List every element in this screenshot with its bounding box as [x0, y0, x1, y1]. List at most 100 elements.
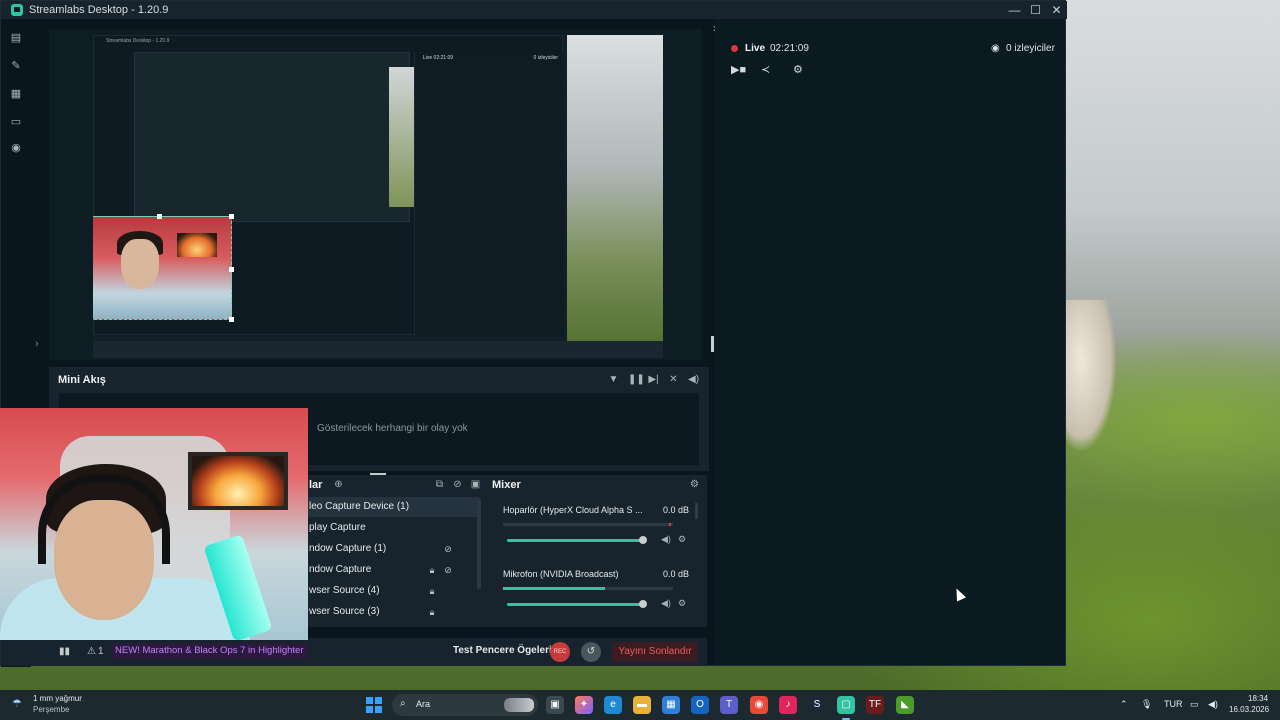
resize-handle[interactable] — [229, 317, 234, 322]
teams-icon[interactable]: T — [720, 696, 738, 714]
nvidia-icon[interactable]: ◣ — [896, 696, 914, 714]
webcam-fireplace — [188, 452, 288, 510]
link-icon[interactable]: ⊘ — [452, 479, 463, 490]
weather-day[interactable]: Perşembe — [33, 705, 69, 714]
share-icon[interactable]: ≺ — [761, 63, 770, 76]
source-item[interactable]: ndow Capture (1) ⊘ — [301, 539, 479, 559]
editor-icon[interactable]: ▤ — [9, 31, 23, 45]
lock-icon[interactable]: 🔒︎ — [427, 560, 437, 580]
slider-knob[interactable] — [639, 600, 647, 608]
close-button[interactable]: ✕ — [1046, 1, 1067, 19]
chevron-up-icon[interactable]: ⌃ — [1120, 699, 1128, 710]
network-icon[interactable]: ▭ — [1190, 699, 1199, 710]
library-icon[interactable]: ▭ — [9, 115, 23, 129]
chevron-right-icon[interactable]: › — [35, 338, 39, 350]
tiktok-icon[interactable]: ♪ — [779, 696, 797, 714]
taskbar-search[interactable]: ⌕ Ara — [392, 694, 538, 716]
streamlabs-logo-icon — [11, 4, 23, 16]
pause-icon[interactable]: ❚❚ — [628, 374, 645, 385]
volume-slider[interactable] — [507, 600, 647, 608]
streamlabs-taskbar-icon[interactable]: ▢ — [837, 696, 855, 720]
hidden-eye-icon[interactable]: ⊘ — [443, 539, 453, 559]
start-button[interactable] — [366, 697, 382, 713]
test-widgets-label[interactable]: Test Pencere Ögeleri — [453, 645, 552, 656]
copilot-icon[interactable]: ✦ — [575, 696, 593, 714]
replay-buffer-button[interactable]: ↺ — [581, 642, 601, 662]
hidden-eye-icon[interactable]: ⊘ — [443, 560, 453, 580]
microphone-icon[interactable]: 🎙︎ — [1141, 699, 1152, 710]
task-view-icon[interactable]: ▣ — [546, 696, 564, 714]
source-item[interactable]: wser Source (3) 🔒︎ — [301, 602, 479, 622]
channel-settings-icon[interactable]: ⚙ — [678, 598, 686, 609]
speaker-icon[interactable]: ◀) — [661, 534, 671, 545]
tf-app-icon[interactable]: TF — [866, 696, 884, 714]
source-item[interactable]: ndow Capture 🔒︎ ⊘ — [301, 560, 479, 580]
alert-icon[interactable]: ⚠ — [87, 646, 96, 657]
store-icon[interactable]: ▦ — [9, 87, 23, 101]
eye-icon: ◉ — [991, 43, 1000, 54]
settings-icon[interactable]: ⚙ — [793, 63, 803, 76]
resize-handle[interactable] — [157, 214, 162, 219]
preview-wallpaper — [567, 35, 663, 358]
resize-handle[interactable] — [229, 214, 234, 219]
clock-time[interactable]: 18:34 — [1248, 694, 1268, 703]
stats-icon[interactable]: ▮▮ — [59, 646, 70, 657]
highlighter-promo-link[interactable]: NEW! Marathon & Black Ops 7 in Highlight… — [111, 643, 308, 659]
steam-icon[interactable]: S — [808, 696, 826, 714]
language-indicator[interactable]: TUR — [1164, 699, 1183, 709]
sources-panel: lar ⊕ ⧉ ⊘ ▣ leo Capture Device (1) play … — [301, 475, 487, 627]
nested-viewers: 0 izleyiciler — [533, 55, 558, 61]
source-label: ndow Capture (1) — [309, 543, 387, 554]
weather-rain-icon[interactable]: ☂ — [12, 697, 28, 711]
slider-fill — [507, 603, 643, 606]
replay-icon[interactable]: ◉ — [9, 141, 23, 155]
themes-icon[interactable]: ✎ — [9, 59, 23, 73]
panel-resize-handle[interactable] — [711, 336, 714, 352]
mixer-scrollbar[interactable] — [695, 503, 698, 519]
channel-db: 0.0 dB — [662, 569, 689, 579]
source-item[interactable]: play Capture — [301, 518, 479, 538]
speaker-icon[interactable]: ◀) — [661, 598, 671, 609]
filter-icon[interactable]: ▼ — [608, 374, 619, 385]
selected-webcam-source[interactable] — [93, 214, 234, 322]
weather-condition[interactable]: 1 mm yağmur — [33, 694, 82, 703]
sources-scrollbar[interactable] — [477, 499, 481, 589]
stream-preview[interactable]: Streamlabs Desktop - 1.20.9 Live 02:21:0… — [93, 35, 663, 358]
skip-icon[interactable]: ▶| — [648, 374, 659, 385]
chrome-icon[interactable]: ◉ — [750, 696, 768, 714]
mute-alerts-icon[interactable]: ✕ — [668, 374, 679, 385]
start-logo-tile — [375, 706, 382, 713]
end-stream-button[interactable]: Yayını Sonlandır — [612, 642, 698, 662]
clock-date[interactable]: 16.03.2026 — [1229, 705, 1269, 714]
file-explorer-icon[interactable]: ▬ — [633, 696, 651, 714]
events-empty-text: Gösterilecek herhangi bir olay yok — [317, 423, 468, 434]
add-folder-icon[interactable]: ▣ — [470, 479, 481, 490]
source-item[interactable]: wser Source (4) 🔒︎ — [301, 581, 479, 601]
edge-icon[interactable]: e — [604, 696, 622, 714]
mixer-settings-icon[interactable]: ⚙ — [690, 479, 699, 490]
add-source-icon[interactable]: ⊕ — [333, 479, 344, 490]
resize-handle[interactable] — [229, 267, 234, 272]
maximize-button[interactable]: ☐ — [1025, 1, 1046, 19]
clip-icon[interactable]: ▶■ — [731, 63, 746, 76]
sources-title: lar — [309, 479, 323, 491]
volume-slider[interactable] — [507, 536, 647, 544]
channel-settings-icon[interactable]: ⚙ — [678, 534, 686, 545]
source-item[interactable]: leo Capture Device (1) — [301, 497, 479, 517]
minimize-button[interactable]: — — [1004, 1, 1025, 19]
record-button[interactable]: REC — [550, 642, 570, 662]
source-flags: 🔒︎ ⊘ — [427, 560, 453, 580]
webcam-overlay — [0, 408, 308, 640]
viewer-count: 0 izleyiciler — [1006, 43, 1055, 54]
volume-icon[interactable]: ◀) — [1208, 699, 1218, 710]
outlook-icon[interactable]: O — [691, 696, 709, 714]
lock-icon[interactable]: 🔒︎ — [427, 581, 437, 601]
source-flags: 🔒︎ — [427, 602, 453, 622]
slider-knob[interactable] — [639, 536, 647, 544]
lock-icon[interactable]: 🔒︎ — [427, 602, 437, 622]
volume-icon[interactable]: ◀) — [688, 374, 699, 385]
folder-icon[interactable]: ⧉ — [434, 479, 445, 490]
source-label: play Capture — [309, 522, 366, 533]
store-icon[interactable]: ▦ — [662, 696, 680, 714]
